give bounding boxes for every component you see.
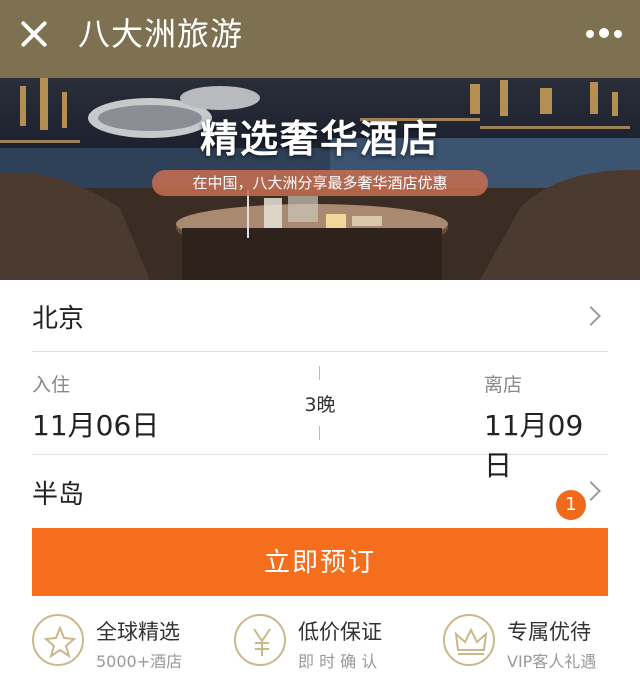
keyword-value: 半岛	[32, 480, 85, 510]
star-icon	[32, 614, 84, 666]
close-icon[interactable]	[16, 16, 52, 52]
checkin-date[interactable]: 11月06日	[32, 404, 159, 444]
city-selector[interactable]: 北京	[32, 280, 608, 352]
yen-icon	[234, 614, 286, 666]
feature-title: 低价保证	[298, 620, 382, 644]
feature-subtitle: VIP客人礼遇	[507, 652, 597, 671]
hero-banner: 精选奢华酒店 在中国，八大洲分享最多奢华酒店优惠	[0, 78, 640, 280]
search-card: 北京 入住 11月06日 3晚 离店 11月09日 半岛 1 立即预订 全球精选…	[0, 280, 640, 690]
feature-subtitle: 5000+酒店	[96, 652, 183, 671]
feature-title: 全球精选	[96, 620, 180, 644]
keyword-selector[interactable]: 半岛 1	[32, 456, 608, 528]
city-value: 北京	[32, 304, 85, 334]
divider	[319, 366, 320, 380]
checkout-label: 离店	[484, 374, 523, 396]
checkin-label: 入住	[32, 374, 71, 396]
nights-count: 3晚	[304, 394, 336, 416]
chevron-right-icon	[581, 306, 601, 326]
divider	[319, 426, 320, 440]
more-dots-icon[interactable]	[586, 28, 622, 40]
crown-icon	[443, 614, 495, 666]
banner-subline: 在中国，八大洲分享最多奢华酒店优惠	[152, 170, 488, 196]
feature-title: 专属优待	[507, 620, 591, 644]
keyword-count-badge: 1	[556, 490, 586, 520]
date-selector: 入住 11月06日 3晚 离店 11月09日	[32, 352, 608, 482]
app-title: 八大洲旅游	[78, 15, 244, 53]
feature-subtitle: 即 时 确 认	[298, 652, 378, 671]
top-bar: 八大洲旅游	[0, 0, 640, 78]
book-now-button[interactable]: 立即预订	[32, 528, 608, 596]
banner-headline: 精选奢华酒店	[199, 116, 440, 161]
